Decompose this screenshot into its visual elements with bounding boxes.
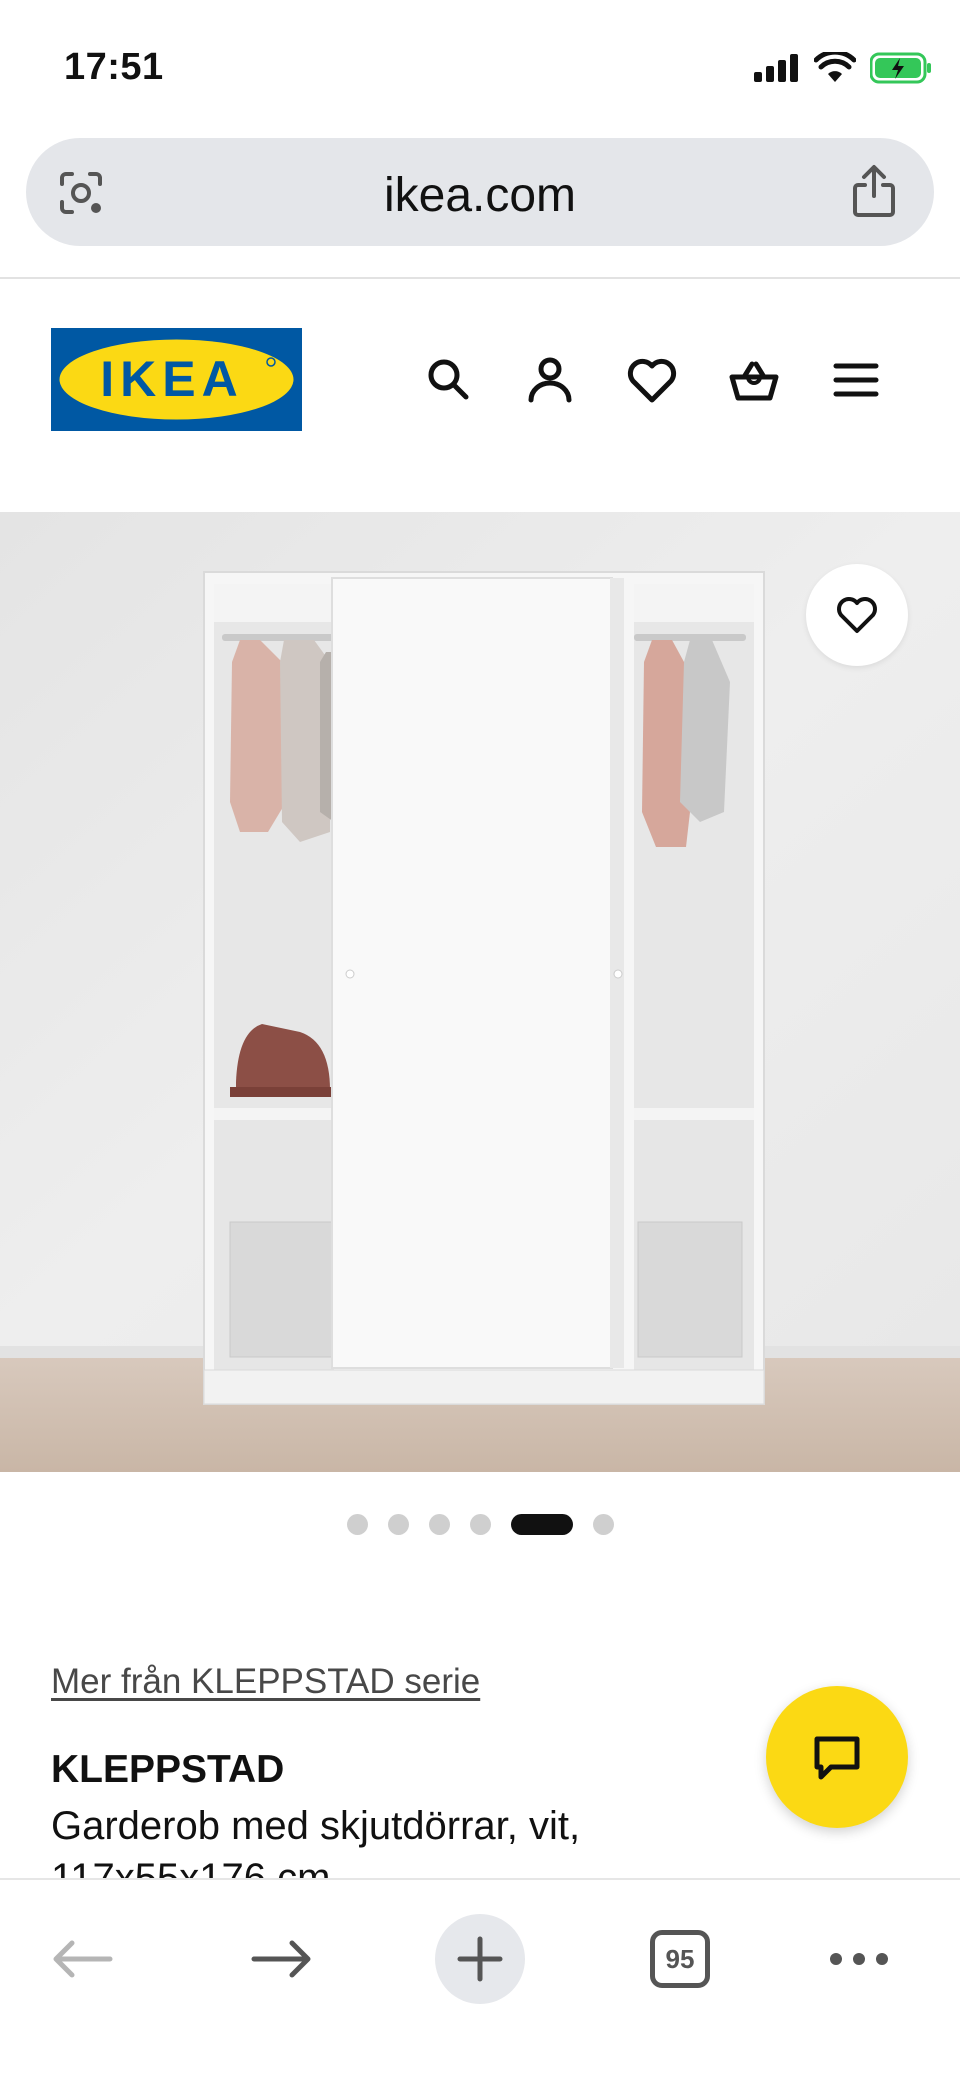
series-link[interactable]: Mer från KLEPPSTAD serie	[51, 1662, 480, 1702]
share-icon[interactable]	[850, 164, 898, 218]
site-header-icons	[0, 350, 960, 410]
status-time: 17:51	[64, 46, 164, 88]
browser-bottom-toolbar: 95	[0, 1878, 960, 2079]
new-tab-button[interactable]	[434, 1914, 526, 2004]
basket-icon[interactable]	[724, 350, 784, 410]
plus-icon	[457, 1936, 503, 1982]
product-name: KLEPPSTAD	[51, 1748, 285, 1791]
wifi-icon	[814, 52, 856, 82]
carousel-dot[interactable]	[346, 1513, 368, 1535]
carousel-dot[interactable]	[592, 1513, 614, 1535]
favourites-heart-icon[interactable]	[622, 350, 682, 410]
carousel-dot[interactable]	[428, 1513, 450, 1535]
carousel-dot-active[interactable]	[510, 1513, 573, 1535]
chat-button[interactable]	[766, 1686, 908, 1828]
ellipsis-icon	[830, 1953, 888, 1965]
tab-count-badge: 95	[650, 1930, 710, 1988]
status-bar: 17:51	[0, 0, 960, 130]
search-icon[interactable]	[418, 350, 478, 410]
carousel-dot[interactable]	[469, 1513, 491, 1535]
heart-icon	[837, 597, 877, 633]
toolbar-divider	[0, 277, 960, 279]
forward-arrow-icon	[251, 1940, 311, 1978]
menu-icon[interactable]	[826, 350, 886, 410]
status-icons	[754, 52, 932, 84]
account-icon[interactable]	[520, 350, 580, 410]
forward-button[interactable]	[244, 1914, 320, 2004]
url-text[interactable]: ikea.com	[26, 168, 934, 223]
product-image[interactable]	[0, 512, 960, 1472]
more-options-button[interactable]	[826, 1914, 892, 2004]
image-carousel-dots	[0, 1512, 960, 1536]
signal-icon	[754, 54, 798, 82]
wardrobe-photo	[0, 512, 960, 1472]
back-button[interactable]	[44, 1914, 120, 2004]
battery-charging-icon	[870, 52, 931, 84]
carousel-dot[interactable]	[387, 1513, 409, 1535]
chat-bubble-icon	[814, 1736, 860, 1780]
address-bar[interactable]: ikea.com	[26, 138, 934, 246]
back-arrow-icon	[53, 1940, 113, 1978]
add-to-favourites-button[interactable]	[806, 564, 908, 666]
tabs-button[interactable]: 95	[648, 1914, 712, 2004]
new-tab-circle	[435, 1914, 525, 2004]
